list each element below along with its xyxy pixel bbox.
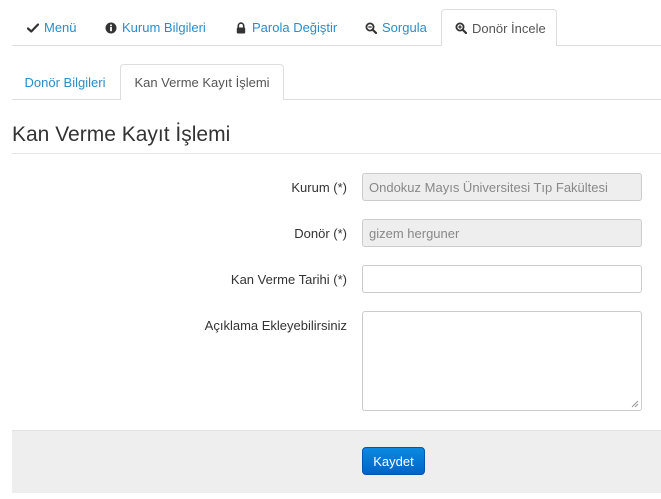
page-title: Kan Verme Kayıt İşlemi — [12, 123, 231, 146]
kurum-value: Ondokuz Mayıs Üniversitesi Tıp Fakültesi — [369, 179, 608, 195]
donor-label: Donör (*) — [294, 226, 347, 241]
tab-parola-degistir[interactable]: Parola Değiştir — [221, 9, 351, 45]
check-icon — [27, 22, 39, 34]
main-tabs: Menü Kurum Bilgileri Parola Değiştir Sor… — [12, 9, 661, 46]
donor-value: gizem herguner — [369, 225, 460, 241]
kurum-field: Ondokuz Mayıs Üniversitesi Tıp Fakültesi — [362, 173, 642, 201]
aciklama-textarea[interactable] — [362, 311, 642, 411]
tab-kan-verme-kayit-label: Kan Verme Kayıt İşlemi — [134, 75, 270, 90]
tab-donor-bilgileri[interactable]: Donör Bilgileri — [12, 64, 118, 99]
tab-donor-incele[interactable]: Donör İncele — [441, 9, 557, 46]
tab-menu-label: Menü — [44, 20, 77, 35]
lock-icon — [235, 21, 247, 34]
kan-verme-tarihi-input[interactable] — [362, 265, 642, 293]
form-actions-bar — [12, 430, 661, 493]
aciklama-label: Açıklama Ekleyebilirsiniz — [204, 318, 347, 333]
info-icon — [105, 22, 117, 34]
save-button[interactable]: Kaydet — [362, 447, 425, 475]
tab-kurum-bilgileri[interactable]: Kurum Bilgileri — [91, 9, 221, 45]
page: Menü Kurum Bilgileri Parola Değiştir Sor… — [0, 0, 661, 499]
tab-sorgula[interactable]: Sorgula — [351, 9, 441, 45]
tab-donor-incele-label: Donör İncele — [472, 20, 546, 36]
tab-donor-bilgileri-label: Donör Bilgileri — [24, 74, 106, 90]
tab-sorgula-label: Sorgula — [382, 20, 427, 35]
tab-kan-verme-kayit[interactable]: Kan Verme Kayıt İşlemi — [120, 64, 284, 100]
title-divider — [12, 153, 661, 154]
resize-handle-icon[interactable] — [631, 400, 639, 408]
sub-tabs: Donör Bilgileri Kan Verme Kayıt İşlemi — [12, 64, 661, 100]
donor-field: gizem herguner — [362, 219, 642, 247]
zoom-icon — [365, 22, 377, 34]
kurum-label: Kurum (*) — [291, 180, 347, 195]
tarih-label: Kan Verme Tarihi (*) — [230, 272, 347, 287]
zoom-icon — [455, 22, 467, 34]
tab-parola-degistir-label: Parola Değiştir — [252, 20, 338, 35]
tab-menu[interactable]: Menü — [12, 9, 91, 45]
tab-kurum-bilgileri-label: Kurum Bilgileri — [122, 20, 206, 35]
